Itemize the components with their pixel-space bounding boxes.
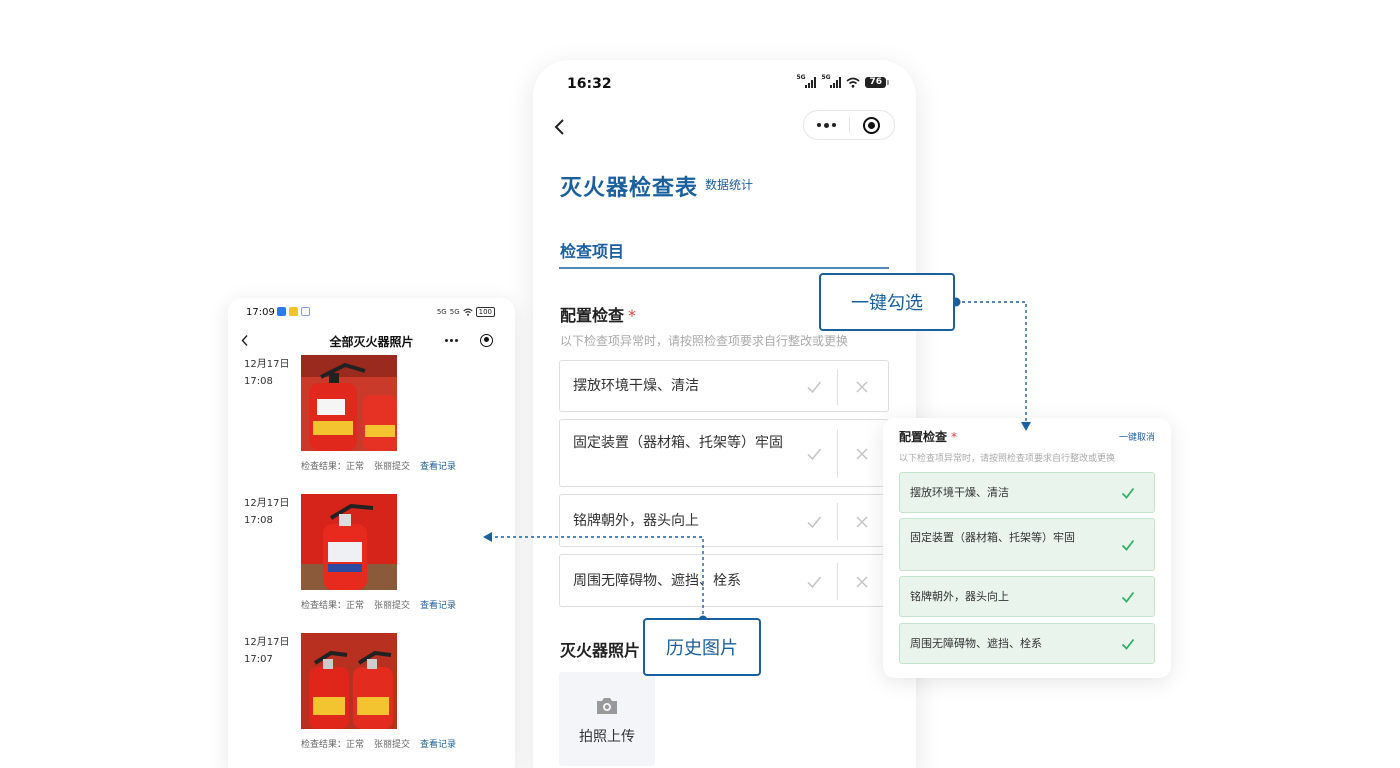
- tab-underline: [559, 267, 889, 269]
- upload-label: 拍照上传: [579, 729, 635, 745]
- signal-icon: 5G: [436, 308, 447, 316]
- signal-icon: 5G: [449, 308, 460, 316]
- signal-icon: 5G: [796, 74, 817, 88]
- batch-check-card: 配置检查 * 一键取消 以下检查项异常时，请按照检查项要求自行整改或更换 摆放环境…: [883, 418, 1171, 678]
- view-record-link[interactable]: 查看记录: [420, 740, 456, 750]
- app-notification-icon: [277, 307, 286, 316]
- tab-check-items[interactable]: 检查项目: [560, 238, 624, 262]
- battery-icon: 76: [865, 77, 889, 88]
- config-hint: 以下检查项异常时，请按照检查项要求自行整改或更换: [899, 454, 1116, 464]
- check-icon: [1121, 539, 1135, 551]
- status-icons: 5G 5G 100: [437, 307, 495, 317]
- check-icon: [1121, 487, 1135, 499]
- close-target-icon: [863, 116, 881, 134]
- check-item: 摆放环境干燥、清洁: [559, 360, 889, 412]
- check-icon[interactable]: [806, 379, 822, 395]
- stage: 16:32 5G 5G 76 灭火器检查表 数据统计 检查项目 配置检查 * 以下…: [0, 0, 1400, 768]
- checked-item-label: 摆放环境干燥、清洁: [910, 486, 1009, 499]
- app-notification-icon: [301, 307, 310, 316]
- battery-icon: 100: [475, 307, 495, 317]
- close-button[interactable]: [850, 111, 895, 139]
- history-phone: 17:09 5G 5G 100 全部灭火器照片 12月17日 17:08 检查结…: [228, 298, 515, 768]
- select-all-connector: [956, 301, 1027, 422]
- record-date: 12月17日 17:08: [244, 498, 290, 526]
- status-time: 16:32: [567, 76, 612, 92]
- check-item-label: 摆放环境干燥、清洁: [573, 378, 699, 394]
- item-divider: [837, 503, 838, 540]
- item-divider: [837, 563, 838, 600]
- checked-item[interactable]: 周围无障碍物、遮挡、栓系: [899, 623, 1155, 664]
- checked-item[interactable]: 铭牌朝外，器头向上: [899, 576, 1155, 617]
- check-icon: [1121, 591, 1135, 603]
- view-record-link[interactable]: 查看记录: [420, 601, 456, 611]
- check-item-label: 固定装置（器材箱、托架等）牢固: [573, 435, 783, 451]
- extinguisher-image: [301, 355, 397, 451]
- check-icon[interactable]: [806, 446, 822, 462]
- close-button[interactable]: [469, 333, 504, 347]
- record-date: 12月17日 17:07: [244, 637, 290, 665]
- extinguisher-photo[interactable]: [301, 633, 397, 729]
- status-time: 17:09: [246, 307, 275, 318]
- cross-icon[interactable]: [855, 447, 869, 461]
- more-button[interactable]: [434, 338, 469, 342]
- config-section-title: 配置检查 *: [899, 430, 958, 444]
- mini-program-capsule: [434, 328, 504, 352]
- cross-icon[interactable]: [855, 515, 869, 529]
- wifi-icon: [846, 77, 860, 88]
- extinguisher-image: [301, 633, 397, 729]
- signal-icon: 5G: [821, 74, 842, 88]
- history-photos-callout: 历史图片: [643, 618, 761, 676]
- checked-item[interactable]: 摆放环境干燥、清洁: [899, 472, 1155, 513]
- check-item-label: 周围无障碍物、遮挡、栓系: [573, 573, 741, 589]
- checked-item[interactable]: 固定装置（器材箱、托架等）牢固: [899, 518, 1155, 571]
- config-hint: 以下检查项异常时，请按照检查项要求自行整改或更换: [560, 334, 849, 348]
- more-dots-icon: [816, 122, 836, 128]
- camera-icon: [597, 698, 617, 714]
- stats-link[interactable]: 数据统计: [705, 176, 753, 193]
- app-notification-icon: [289, 307, 298, 316]
- extinguisher-photo[interactable]: [301, 355, 397, 451]
- back-icon[interactable]: [553, 116, 567, 138]
- cross-icon[interactable]: [855, 575, 869, 589]
- cross-icon[interactable]: [855, 380, 869, 394]
- select-all-callout: 一键勾选: [819, 273, 955, 331]
- mini-program-capsule: [803, 110, 895, 140]
- record-meta: 检查结果：正常 张丽提交 查看记录: [301, 601, 457, 611]
- view-record-link[interactable]: 查看记录: [420, 462, 456, 472]
- item-divider: [837, 369, 838, 405]
- page-title: 灭火器检查表: [560, 176, 699, 201]
- wifi-icon: [462, 308, 473, 316]
- check-item-label: 铭牌朝外，器头向上: [573, 513, 699, 529]
- required-mark: *: [628, 306, 637, 325]
- photo-section-title: 灭火器照片: [560, 641, 641, 660]
- item-divider: [837, 430, 838, 478]
- more-button[interactable]: [804, 111, 849, 139]
- config-section-title: 配置检查 *: [560, 306, 637, 325]
- cancel-all-button[interactable]: 一键取消: [1119, 430, 1155, 443]
- check-icon[interactable]: [806, 574, 822, 590]
- status-icons: 5G 5G 76: [796, 74, 889, 88]
- check-item: 周围无障碍物、遮挡、栓系: [559, 554, 889, 607]
- more-dots-icon: [445, 338, 458, 342]
- check-item: 固定装置（器材箱、托架等）牢固: [559, 419, 889, 487]
- extinguisher-photo[interactable]: [301, 494, 397, 590]
- notification-icons: [277, 307, 310, 316]
- record-date: 12月17日 17:08: [244, 359, 290, 387]
- photo-upload-button[interactable]: 拍照上传: [559, 672, 655, 766]
- check-icon: [1121, 638, 1135, 650]
- extinguisher-image: [301, 494, 397, 590]
- checked-item-label: 周围无障碍物、遮挡、栓系: [910, 637, 1042, 650]
- check-icon[interactable]: [806, 514, 822, 530]
- required-mark: *: [951, 430, 958, 444]
- checked-item-label: 铭牌朝外，器头向上: [910, 590, 1009, 603]
- check-item: 铭牌朝外，器头向上: [559, 494, 889, 547]
- record-meta: 检查结果：正常 张丽提交 查看记录: [301, 462, 457, 472]
- checked-item-label: 固定装置（器材箱、托架等）牢固: [910, 531, 1075, 544]
- record-meta: 检查结果：正常 张丽提交 查看记录: [301, 740, 457, 750]
- close-target-icon: [480, 333, 493, 347]
